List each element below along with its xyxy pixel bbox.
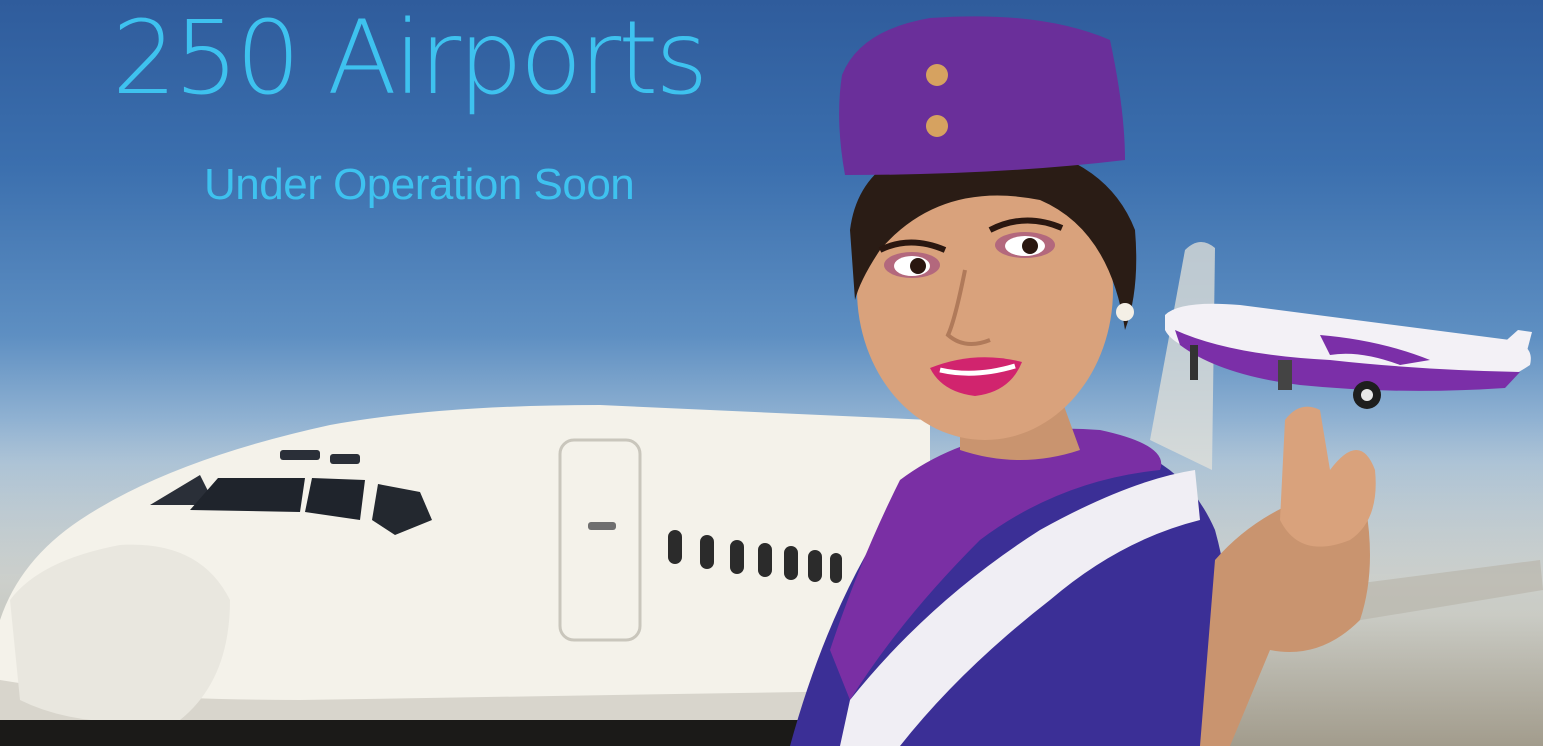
hat-button (926, 115, 948, 137)
hand-fingers (1280, 406, 1376, 547)
eyebrow-window (280, 450, 320, 460)
toy-gear (1278, 360, 1292, 390)
subheadline: Under Operation Soon (204, 160, 635, 209)
toy-airplane (1165, 303, 1532, 409)
toy-gear (1190, 345, 1198, 380)
uniform-hat (839, 16, 1125, 175)
airport-promo-banner: 250 Airports Under Operation Soon (0, 0, 1543, 746)
hat-button (926, 64, 948, 86)
eyebrow-window (330, 454, 360, 464)
ground-strip (0, 720, 930, 746)
earring (1116, 303, 1134, 321)
headline: 250 Airports (112, 0, 708, 118)
door-handle (588, 522, 616, 530)
